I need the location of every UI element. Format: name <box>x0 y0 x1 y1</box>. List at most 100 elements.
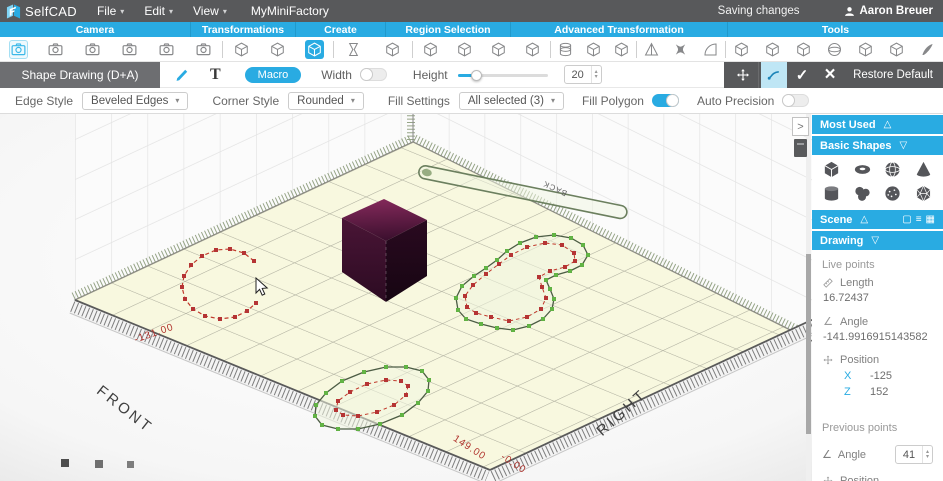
paint-brush-tool-icon[interactable] <box>918 40 937 59</box>
transform-rotate-icon[interactable] <box>268 40 287 59</box>
restore-default-button[interactable]: Restore Default <box>853 69 933 81</box>
shape-torus[interactable] <box>847 160 878 179</box>
section-basic-shapes[interactable]: Basic Shapes ▽ <box>812 136 943 155</box>
menu-edit[interactable]: Edit ▾ <box>144 4 173 18</box>
section-most-used[interactable]: Most Used △ <box>812 115 943 134</box>
menu-edit-label: Edit <box>144 4 165 18</box>
live-points-title: Live points <box>822 259 933 271</box>
caret-down-icon: ▾ <box>223 7 227 16</box>
twist-tool-icon[interactable] <box>671 40 690 59</box>
camera-standard-view-icon[interactable] <box>9 40 28 59</box>
fill-settings-label: Fill Settings <box>388 94 450 108</box>
height-value-input[interactable]: 20 ▴ ▾ <box>564 65 602 84</box>
text-tool-icon[interactable]: T <box>210 67 221 83</box>
prev-angle-input[interactable]: 41 ▴ ▾ <box>895 445 933 464</box>
edge-style-label: Edge Style <box>15 94 73 108</box>
myminifactory-link[interactable]: MyMiniFactory <box>251 4 329 18</box>
angle-icon: ∠ <box>822 315 834 328</box>
category-transformations[interactable]: Transformations <box>190 22 295 37</box>
viewport-3d[interactable]: FRONT RIGHT BACK -131.00 149.00 -0.00 <box>0 114 812 481</box>
dark-cube-tool-icon[interactable] <box>856 40 875 59</box>
edge-style-select[interactable]: Beveled Edges ▾ <box>82 92 188 110</box>
step-down-icon[interactable]: ▾ <box>926 455 929 460</box>
scene-grid-icon[interactable]: ▦ <box>926 214 935 225</box>
height-slider[interactable] <box>458 69 548 80</box>
menu-file[interactable]: File ▾ <box>97 4 124 18</box>
quarter-sphere-tool-icon[interactable] <box>701 40 720 59</box>
stacked-layers-tool-icon[interactable] <box>556 40 575 59</box>
primitive-cube-icon[interactable] <box>383 40 402 59</box>
pyramid-tool-icon[interactable] <box>642 40 661 59</box>
previous-points-title: Previous points <box>822 422 933 434</box>
camera-front-view-icon[interactable] <box>120 40 139 59</box>
cancel-button[interactable]: × <box>817 62 843 88</box>
width-toggle[interactable] <box>360 68 387 81</box>
wireframe-tool-icon[interactable] <box>489 40 508 59</box>
sidebar-tab-icon[interactable] <box>794 139 807 157</box>
fill-polygon-knob <box>666 94 679 107</box>
selfcad-logo-icon <box>6 4 21 19</box>
view-dot-2[interactable] <box>95 460 103 468</box>
shape-sphere[interactable] <box>878 160 909 179</box>
pencil-tool-icon[interactable] <box>174 67 190 83</box>
category-create[interactable]: Create <box>295 22 385 37</box>
cut-tool-icon[interactable] <box>421 40 440 59</box>
shape-textured-sphere[interactable] <box>878 184 909 203</box>
edit-cube-tool-icon[interactable] <box>523 40 542 59</box>
copy-tool-icon[interactable] <box>455 40 474 59</box>
sphere-tool-icon[interactable] <box>825 40 844 59</box>
sidebar-scrollbar-thumb[interactable] <box>806 254 811 434</box>
category-advanced-transformation[interactable]: Advanced Transformation <box>510 22 727 37</box>
auto-precision-toggle[interactable] <box>782 94 809 107</box>
confirm-button[interactable]: ✓ <box>789 62 815 88</box>
camera-zoom-icon[interactable] <box>194 40 213 59</box>
scene-list-icon[interactable]: ≡ <box>916 214 922 225</box>
shape-drawing-tool-icon[interactable] <box>305 40 324 59</box>
position-z-row: Z 152 <box>822 386 933 398</box>
fill-settings-select[interactable]: All selected (3) ▾ <box>459 92 564 110</box>
category-tools[interactable]: Tools <box>727 22 943 37</box>
caret-down-icon: ▾ <box>120 7 124 16</box>
prev-angle-value[interactable]: 41 <box>896 449 922 461</box>
shape-cone[interactable] <box>908 160 939 179</box>
move-tool-button[interactable] <box>730 62 756 88</box>
height-value[interactable]: 20 <box>565 69 591 81</box>
view-dot-3[interactable] <box>127 461 134 468</box>
height-slider-knob[interactable] <box>471 70 482 81</box>
category-region-selection[interactable]: Region Selection <box>385 22 510 37</box>
user-account[interactable]: Aaron Breuer <box>844 5 934 17</box>
category-camera[interactable]: Camera <box>0 22 190 37</box>
transform-move-icon[interactable] <box>232 40 251 59</box>
sidebar-scrollbar[interactable] <box>806 114 811 481</box>
camera-top-view-icon[interactable] <box>83 40 102 59</box>
solid-cube-tool-icon[interactable] <box>763 40 782 59</box>
pattern-cube-tool-icon[interactable] <box>612 40 631 59</box>
menu-view[interactable]: View ▾ <box>193 4 227 18</box>
step-down-icon[interactable]: ▾ <box>595 75 598 80</box>
fill-polygon-toggle[interactable] <box>652 94 679 107</box>
shape-cylinder[interactable] <box>816 184 847 203</box>
corner-style-select[interactable]: Rounded ▾ <box>288 92 364 110</box>
cube-add-tool-icon[interactable] <box>887 40 906 59</box>
rubik-cube-tool-icon[interactable] <box>584 40 603 59</box>
section-drawing[interactable]: Drawing ▽ <box>812 231 943 250</box>
macro-button[interactable]: Macro <box>245 67 302 83</box>
shape-metaball[interactable] <box>847 184 878 203</box>
view-dot-1[interactable] <box>61 459 69 467</box>
camera-pick-icon[interactable] <box>46 40 65 59</box>
selfcad-logo[interactable]: SelfCAD <box>6 4 77 19</box>
lathe-tool-icon[interactable] <box>344 40 363 59</box>
auto-precision-label: Auto Precision <box>697 94 774 108</box>
shape-cube[interactable] <box>816 160 847 179</box>
camera-orbit-icon[interactable] <box>157 40 176 59</box>
freehand-curve-button[interactable] <box>761 62 787 88</box>
prev-angle-stepper[interactable]: ▴ ▾ <box>922 446 932 463</box>
scene-frame-icon[interactable]: ▢ <box>902 214 911 225</box>
voxel-tool-icon[interactable] <box>794 40 813 59</box>
toolbar-group-0 <box>0 37 222 61</box>
open-cube-tool-icon[interactable] <box>732 40 751 59</box>
sidebar-collapse-button[interactable]: > <box>792 117 809 136</box>
shape-icosphere[interactable] <box>908 184 939 203</box>
section-scene[interactable]: Scene △ ▢ ≡ ▦ <box>812 210 943 229</box>
height-stepper[interactable]: ▴ ▾ <box>591 66 601 83</box>
